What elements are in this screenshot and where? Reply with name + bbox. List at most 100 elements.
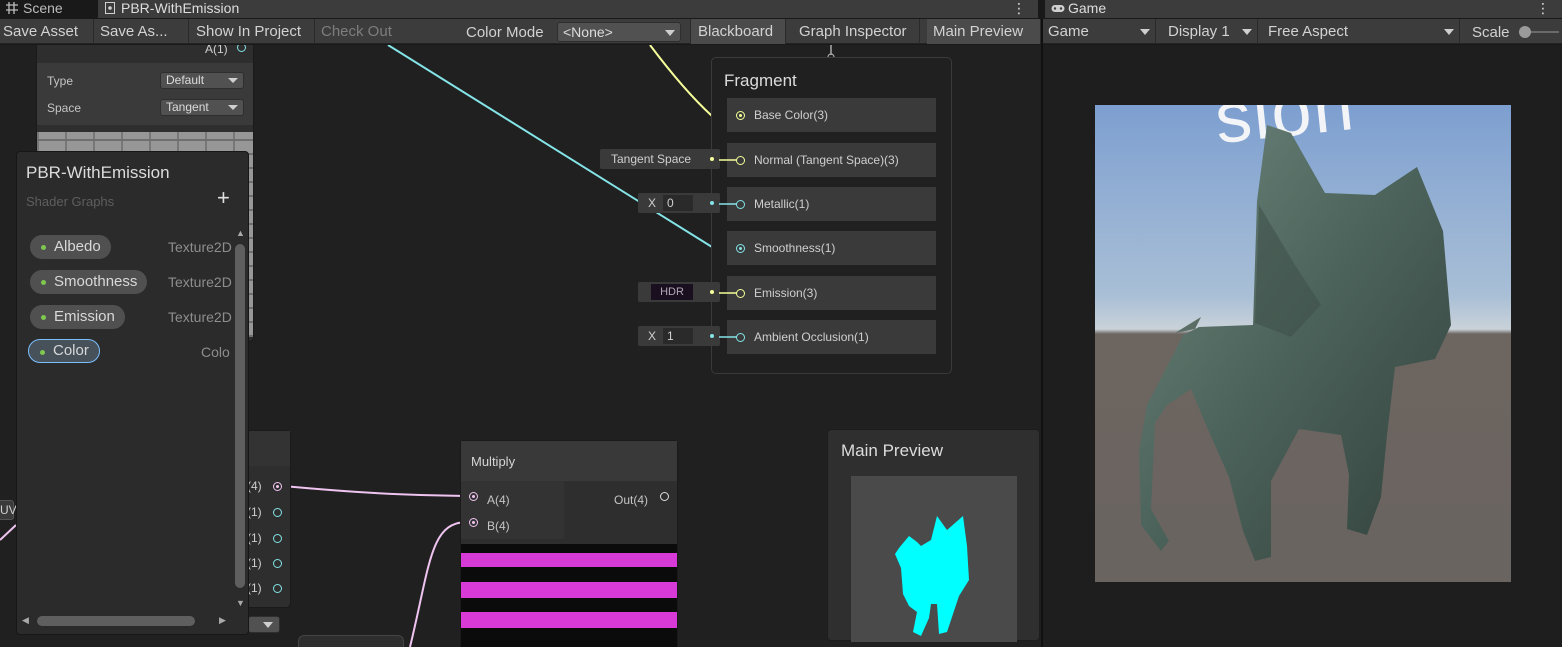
port-a[interactable] xyxy=(237,45,246,52)
chevron-down-icon xyxy=(228,105,238,110)
split-node-dropdown[interactable] xyxy=(248,616,280,633)
metallic-value[interactable]: 0 xyxy=(663,195,693,211)
port-a-label: A(1) xyxy=(205,45,228,56)
stripe xyxy=(461,553,677,567)
show-in-project-button[interactable]: Show In Project xyxy=(193,19,315,44)
main-preview-toggle[interactable]: Main Preview xyxy=(927,19,1041,44)
display-dropdown[interactable]: Display 1 xyxy=(1162,19,1258,44)
aspect-value: Free Aspect xyxy=(1268,23,1349,40)
block-base-color[interactable]: Base Color(3) xyxy=(727,98,936,132)
multiply-title: Multiply xyxy=(471,454,516,469)
property-emission[interactable]: Emission xyxy=(30,305,125,329)
multiply-port-b[interactable] xyxy=(469,518,478,527)
scroll-down-icon[interactable]: ▼ xyxy=(236,598,245,608)
port-smoothness[interactable] xyxy=(736,244,745,253)
main-preview-title: Main Preview xyxy=(841,441,944,460)
chevron-down-icon xyxy=(1242,29,1252,35)
block-smoothness[interactable]: Smoothness(1) xyxy=(727,231,936,265)
preview-cat-silhouette xyxy=(895,516,969,636)
main-preview-window[interactable]: Main Preview xyxy=(827,429,1040,642)
save-as-button[interactable]: Save As... xyxy=(97,19,189,44)
scroll-left-icon[interactable]: ◀ xyxy=(22,615,29,626)
edge-smoothness xyxy=(387,45,713,248)
property-smoothness[interactable]: Smoothness xyxy=(30,270,148,294)
split-out-r[interactable] xyxy=(273,508,282,517)
graph-inspector-toggle[interactable]: Graph Inspector xyxy=(792,19,920,44)
partial-node-stub[interactable] xyxy=(298,635,404,647)
property-type: Texture2D xyxy=(168,309,232,325)
chevron-down-icon xyxy=(228,78,238,83)
main-preview-viewport[interactable] xyxy=(851,476,1017,642)
block-ambient-occlusion[interactable]: Ambient Occlusion(1) xyxy=(727,320,936,354)
type-dropdown[interactable]: Default xyxy=(160,72,244,89)
blackboard-hscroll[interactable]: ◀ ▶ xyxy=(17,614,233,628)
property-dot-icon xyxy=(41,315,46,320)
inline-wire-normal xyxy=(719,159,737,161)
save-asset-button[interactable]: Save Asset xyxy=(0,19,94,44)
scroll-up-icon[interactable]: ▲ xyxy=(236,228,245,238)
tab-scene-label: Scene xyxy=(23,0,63,16)
kebab-menu-icon[interactable]: ⋮ xyxy=(1536,0,1550,17)
game-view-dropdown[interactable]: Game xyxy=(1043,19,1156,44)
game-view-value: Game xyxy=(1048,23,1089,40)
metallic-input[interactable]: X 0 xyxy=(638,193,720,213)
multiply-port-a[interactable] xyxy=(469,492,478,501)
emission-color-input[interactable]: HDR xyxy=(638,282,720,302)
shader-graph-canvas[interactable]: A(1) Type Default Space Tangent (4) (1) … xyxy=(0,45,1041,647)
space-value: Tangent xyxy=(166,100,209,114)
game-view[interactable]: sion xyxy=(1043,45,1562,647)
tab-shader-graph[interactable]: PBR-WithEmission ⋮ xyxy=(98,0,1038,18)
ao-x-label: X xyxy=(648,329,657,343)
multiply-preview xyxy=(461,544,677,647)
blackboard-vscroll[interactable]: ▲ ▼ xyxy=(233,228,247,611)
connector-dot xyxy=(710,334,714,338)
multiply-node[interactable]: Multiply A(4) B(4) Out(4) xyxy=(460,440,678,647)
multiply-port-out[interactable] xyxy=(660,492,669,501)
edge-multiply-a xyxy=(282,485,467,497)
property-color[interactable]: Color xyxy=(28,339,100,363)
type-label: Type xyxy=(47,74,74,88)
scroll-right-icon[interactable]: ▶ xyxy=(219,615,226,626)
gamepad-icon xyxy=(1051,1,1065,13)
property-name: Albedo xyxy=(54,238,101,255)
slot-base-color: Base Color(3) xyxy=(754,108,829,122)
property-type: Texture2D xyxy=(168,239,232,255)
split-out-a[interactable] xyxy=(273,584,282,593)
hdr-swatch[interactable]: HDR xyxy=(651,284,693,300)
split-port-label: (4) xyxy=(247,479,262,493)
scale-slider[interactable] xyxy=(1519,26,1559,38)
split-out-rgba[interactable] xyxy=(273,482,282,491)
aspect-dropdown[interactable]: Free Aspect xyxy=(1262,19,1460,44)
ao-input[interactable]: X 1 xyxy=(638,326,720,346)
scroll-thumb[interactable] xyxy=(37,616,195,626)
property-name: Smoothness xyxy=(54,273,138,290)
split-port-label: (1) xyxy=(247,581,262,595)
chevron-down-icon xyxy=(263,622,273,628)
space-dropdown[interactable]: Tangent xyxy=(160,99,244,116)
block-normal[interactable]: Normal (Tangent Space)(3) xyxy=(727,143,936,177)
block-emission[interactable]: Emission(3) xyxy=(727,276,936,310)
blackboard-toggle[interactable]: Blackboard xyxy=(690,19,786,44)
uv-node-stub[interactable]: UV xyxy=(0,500,17,520)
port-base-color[interactable] xyxy=(736,111,745,120)
property-dot-icon xyxy=(40,350,45,355)
chevron-down-icon xyxy=(1444,29,1454,35)
color-mode-dropdown[interactable]: <None> xyxy=(557,22,681,42)
tab-game-label: Game xyxy=(1068,0,1107,16)
scale-slider-thumb[interactable] xyxy=(1519,26,1531,38)
blackboard-panel[interactable]: PBR-WithEmission Shader Graphs + Albedo … xyxy=(16,151,249,635)
scroll-thumb[interactable] xyxy=(235,244,245,588)
scale-label: Scale xyxy=(1472,24,1510,41)
kebab-menu-icon[interactable]: ⋮ xyxy=(1012,0,1026,17)
split-out-b[interactable] xyxy=(273,559,282,568)
split-out-g[interactable] xyxy=(273,534,282,543)
add-property-button[interactable]: + xyxy=(217,185,230,211)
type-value: Default xyxy=(166,73,205,87)
block-metallic[interactable]: Metallic(1) xyxy=(727,187,936,221)
tab-scene[interactable]: Scene xyxy=(0,0,92,18)
property-albedo[interactable]: Albedo xyxy=(30,235,111,259)
ao-value[interactable]: 1 xyxy=(663,328,693,344)
normal-space-field[interactable]: Tangent Space xyxy=(600,149,720,169)
tab-game[interactable]: Game ⋮ xyxy=(1045,0,1562,18)
slot-emission: Emission(3) xyxy=(754,286,818,300)
